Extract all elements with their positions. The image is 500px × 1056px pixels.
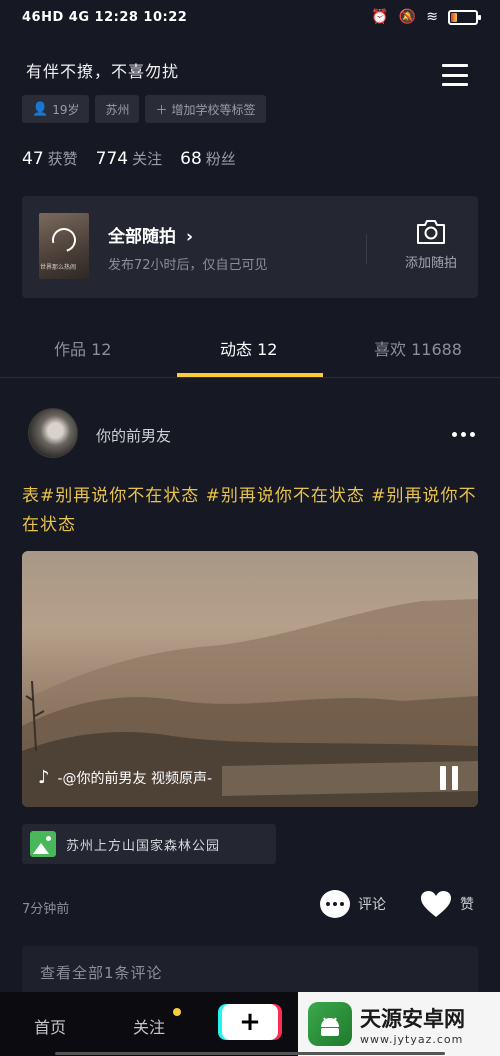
status-time: 46HD 4G 12:28 10:22 xyxy=(22,10,188,25)
profile-tags: 👤 19岁 苏州 ＋增加学校等标签 xyxy=(22,95,266,123)
following-label: 关注 xyxy=(132,150,163,168)
create-button[interactable]: + xyxy=(222,1004,278,1040)
fans-stat[interactable]: 68 粉丝 xyxy=(180,148,236,169)
pause-icon[interactable] xyxy=(440,766,458,790)
profile-tabs: 作品 12 动态 12 喜欢 11688 xyxy=(0,322,500,378)
following-count: 774 xyxy=(95,149,129,169)
notification-dot xyxy=(173,1008,181,1016)
mute-icon: 🔕 xyxy=(398,9,417,25)
comment-button[interactable]: 评论 xyxy=(320,890,386,918)
city-tag: 苏州 xyxy=(95,95,140,123)
wifi-icon: ≋ xyxy=(426,9,438,25)
video-caption: ♪ -@你的前男友 视频原声- xyxy=(38,767,212,788)
watermark-url: www.jytyaz.com xyxy=(360,1032,464,1046)
watermark-title: 天源安卓网 xyxy=(360,1006,465,1031)
avatar[interactable] xyxy=(28,408,78,458)
video-player[interactable]: ♪ -@你的前男友 视频原声- xyxy=(22,551,478,807)
chevron-right-icon: › xyxy=(186,227,194,247)
like-button[interactable]: 赞 xyxy=(420,890,474,918)
more-options-icon[interactable] xyxy=(452,432,475,437)
battery-icon xyxy=(448,9,481,25)
bottom-nav: 首页 关注 + 天源安卓网 www.jytyaz.com xyxy=(0,992,500,1056)
view-all-comments[interactable]: 查看全部1条评论 xyxy=(22,946,478,994)
video-caption-text: -@你的前男友 视频原声- xyxy=(57,770,213,787)
likes-stat[interactable]: 47 获赞 xyxy=(22,148,78,169)
location-tag[interactable]: 苏州上方山国家森林公园 xyxy=(22,824,276,864)
status-icons: ⏰ 🔕 ≋ xyxy=(371,9,481,25)
likes-label: 获赞 xyxy=(47,150,78,168)
like-label: 赞 xyxy=(460,897,474,913)
tiktok-music-icon: ♪ xyxy=(38,767,50,788)
comment-label: 评论 xyxy=(358,897,386,913)
android-logo-icon xyxy=(308,1002,352,1046)
active-tab-indicator xyxy=(177,373,323,377)
alarm-icon: ⏰ xyxy=(371,9,389,25)
post-text: 表#别再说你不在状态 #别再说你不在状态 #别再说你不在状态 xyxy=(22,486,477,535)
location-text: 苏州上方山国家森林公园 xyxy=(66,838,221,854)
heart-icon xyxy=(421,891,451,917)
moments-card[interactable]: 世界那么热闹 全部随拍 › 发布72小时后，仅自己可见 添加随拍 xyxy=(22,196,478,298)
add-moment-label: 添加随拍 xyxy=(404,256,457,271)
camera-icon xyxy=(417,220,445,244)
watermark: 天源安卓网 www.jytyaz.com xyxy=(298,992,500,1056)
age-tag: 👤 19岁 xyxy=(22,95,90,123)
divider xyxy=(366,234,367,264)
post-author[interactable]: 你的前男友 xyxy=(96,425,171,446)
menu-icon[interactable] xyxy=(442,64,468,86)
add-school-tag-button[interactable]: ＋增加学校等标签 xyxy=(145,95,266,123)
moments-title[interactable]: 全部随拍 › xyxy=(108,222,193,247)
post-time: 7分钟前 xyxy=(22,902,70,917)
tab-moments[interactable]: 动态 12 xyxy=(220,336,277,360)
profile-signature: 有伴不撩，不喜勿扰 xyxy=(26,62,180,81)
moments-subtitle: 发布72小时后，仅自己可见 xyxy=(108,258,268,273)
fans-count: 68 xyxy=(180,149,202,169)
thumbnail-caption: 世界那么热闹 xyxy=(40,263,77,271)
moment-thumbnail[interactable]: 世界那么热闹 xyxy=(39,213,89,279)
plus-icon: ＋ xyxy=(155,102,168,117)
nav-home[interactable]: 首页 xyxy=(34,1014,66,1038)
comment-icon xyxy=(320,890,350,918)
profile-stats: 47 获赞 774 关注 68 粉丝 xyxy=(22,148,236,169)
person-icon: 👤 xyxy=(32,101,49,117)
following-stat[interactable]: 774 关注 xyxy=(96,148,162,169)
home-indicator xyxy=(55,1052,445,1055)
fans-label: 粉丝 xyxy=(205,150,236,168)
age-text: 19岁 xyxy=(52,102,80,117)
loading-ring-icon xyxy=(47,223,81,256)
status-bar: 46HD 4G 12:28 10:22 ⏰ 🔕 ≋ xyxy=(0,0,500,38)
nav-follow[interactable]: 关注 xyxy=(133,1014,165,1038)
likes-count: 47 xyxy=(22,149,44,169)
image-location-icon xyxy=(30,831,56,857)
add-school-text: 增加学校等标签 xyxy=(171,102,256,117)
add-moment-button[interactable]: 添加随拍 xyxy=(392,218,470,271)
tab-likes[interactable]: 喜欢 11688 xyxy=(374,336,462,360)
tab-works[interactable]: 作品 12 xyxy=(54,336,111,360)
